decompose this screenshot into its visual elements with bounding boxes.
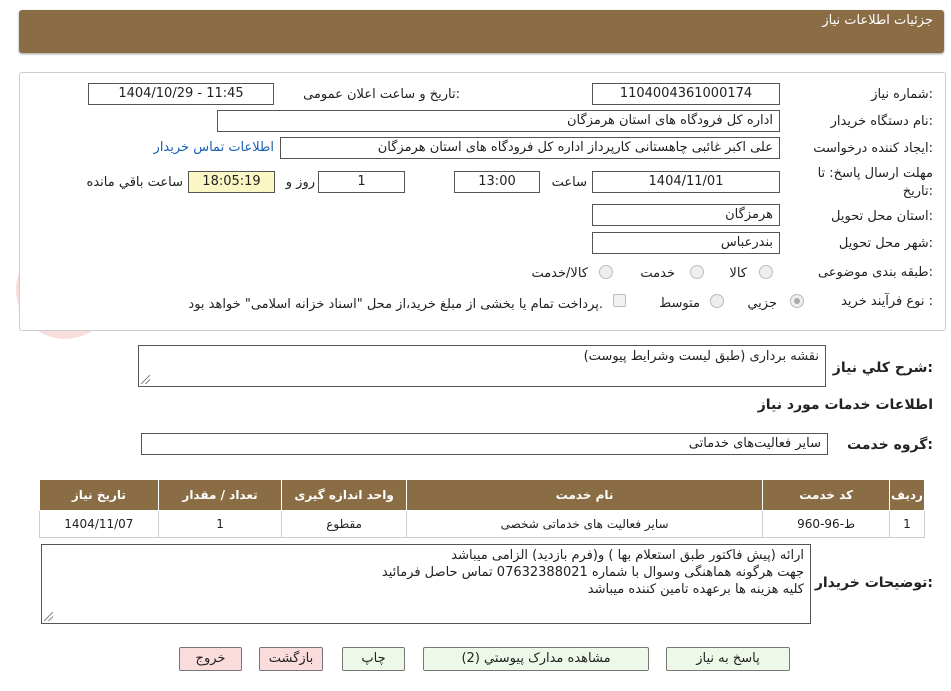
col-service-code: کد خدمت bbox=[762, 479, 890, 511]
deadline-label-date: تاریخ: bbox=[902, 184, 933, 199]
province-field: هرمزگان bbox=[592, 204, 780, 226]
days-label: روز و bbox=[285, 175, 315, 190]
table-header-row: تاریخ نیاز تعداد / مقدار واحد اندازه گیر… bbox=[39, 479, 926, 511]
process-radio-minor[interactable] bbox=[790, 294, 804, 308]
cell-quantity: 1 bbox=[157, 510, 283, 538]
category-label: طبقه بندی موضوعی: bbox=[817, 265, 933, 280]
cell-need-date: 1404/11/07 bbox=[39, 510, 159, 538]
category-option-goods-service: کالا/خدمت bbox=[531, 266, 588, 281]
deadline-label: مهلت ارسال پاسخ: تا bbox=[817, 166, 933, 181]
buyer-org-field: اداره کل فرودگاه های استان هرمزگان bbox=[217, 110, 780, 132]
services-table: تاریخ نیاز تعداد / مقدار واحد اندازه گیر… bbox=[39, 479, 926, 538]
category-radio-goods[interactable] bbox=[759, 265, 773, 279]
category-radio-service[interactable] bbox=[690, 265, 704, 279]
col-unit: واحد اندازه گیری bbox=[281, 479, 407, 511]
back-button[interactable]: بازگشت bbox=[259, 647, 323, 671]
deadline-time-field: 13:00 bbox=[454, 171, 540, 193]
cell-service-code: ط-96-960 bbox=[762, 510, 890, 538]
buyer-notes-line: کلیه هزینه ها برعهده تامین کننده میباشد bbox=[587, 582, 804, 597]
need-number-field: 1104004361000174 bbox=[592, 83, 780, 105]
view-attachments-button[interactable]: مشاهده مدارک پیوستي (2) bbox=[423, 647, 649, 671]
col-need-date: تاریخ نیاز bbox=[39, 479, 159, 511]
deadline-date-field: 1404/11/01 bbox=[592, 171, 780, 193]
col-service-name: نام خدمت bbox=[405, 479, 764, 511]
requester-label: ایجاد کننده درخواست: bbox=[813, 141, 933, 156]
treasury-note: پرداخت تمام یا بخشی از مبلغ خرید،از محل … bbox=[188, 297, 603, 312]
remaining-time-label: ساعت باقي مانده bbox=[86, 175, 183, 190]
cell-service-name: سایر فعالیت های خدماتی شخصی bbox=[405, 510, 764, 538]
page-title: جزئیات اطلاعات نیاز bbox=[822, 13, 933, 28]
exit-button[interactable]: خروج bbox=[179, 647, 242, 671]
buyer-notes-field: ارائه (پیش فاکتور طبق استعلام بها ) و(فر… bbox=[41, 544, 811, 624]
service-group-field: سایر فعالیت‌های خدماتی bbox=[141, 433, 828, 455]
buyer-notes-line: جهت هرگونه هماهنگی وسوال با شماره 076323… bbox=[381, 565, 804, 580]
buyer-notes-label: توضیحات خریدار: bbox=[814, 575, 933, 591]
col-row-number: ردیف bbox=[888, 479, 926, 511]
days-field: 1 bbox=[318, 171, 405, 193]
process-option-minor: جزیي bbox=[747, 296, 777, 311]
summary-field: نقشه برداری (طبق لیست وشرایط پیوست) bbox=[138, 345, 826, 387]
cell-unit: مقطوع bbox=[281, 510, 407, 538]
print-button[interactable]: چاپ bbox=[342, 647, 405, 671]
services-section-title: اطلاعات خدمات مورد نیاز bbox=[757, 397, 933, 413]
process-option-medium: متوسط bbox=[659, 296, 700, 311]
buyer-notes-line: ارائه (پیش فاکتور طبق استعلام بها ) و(فر… bbox=[451, 548, 804, 563]
cell-row-number: 1 bbox=[888, 510, 926, 538]
category-option-service: خدمت bbox=[640, 266, 675, 281]
requester-field: علی اکبر غائبی چاهستانی کارپرداز اداره ک… bbox=[280, 137, 780, 159]
col-quantity: تعداد / مقدار bbox=[157, 479, 283, 511]
need-number-label: شماره نیاز: bbox=[871, 87, 933, 102]
process-label: نوع فرآیند خرید : bbox=[841, 294, 933, 309]
process-radio-medium[interactable] bbox=[710, 294, 724, 308]
table-row: 1404/11/07 1 مقطوع سایر فعالیت های خدمات… bbox=[39, 510, 926, 538]
category-option-goods: کالا bbox=[729, 266, 747, 281]
service-group-label: گروه خدمت: bbox=[847, 437, 933, 453]
treasury-checkbox[interactable] bbox=[613, 294, 626, 307]
summary-text: نقشه برداری (طبق لیست وشرایط پیوست) bbox=[583, 349, 819, 364]
deadline-time-label: ساعت bbox=[551, 175, 587, 190]
province-label: استان محل تحویل: bbox=[831, 209, 933, 224]
summary-label: شرح کلي نیاز: bbox=[832, 360, 933, 376]
buyer-contact-link[interactable]: اطلاعات تماس خریدار bbox=[154, 140, 274, 155]
announce-date-label: تاریخ و ساعت اعلان عمومی: bbox=[303, 87, 460, 102]
reply-button[interactable]: پاسخ به نیاز bbox=[666, 647, 790, 671]
remaining-time-field: 18:05:19 bbox=[188, 171, 275, 193]
category-radio-goods-service[interactable] bbox=[599, 265, 613, 279]
city-field: بندرعباس bbox=[592, 232, 780, 254]
page-header bbox=[19, 10, 944, 53]
buyer-org-label: نام دستگاه خریدار: bbox=[830, 114, 933, 129]
resize-grip-icon[interactable] bbox=[141, 375, 150, 384]
city-label: شهر محل تحویل: bbox=[838, 236, 933, 251]
resize-grip-icon[interactable] bbox=[44, 612, 53, 621]
announce-date-field: 1404/10/29 - 11:45 bbox=[88, 83, 274, 105]
